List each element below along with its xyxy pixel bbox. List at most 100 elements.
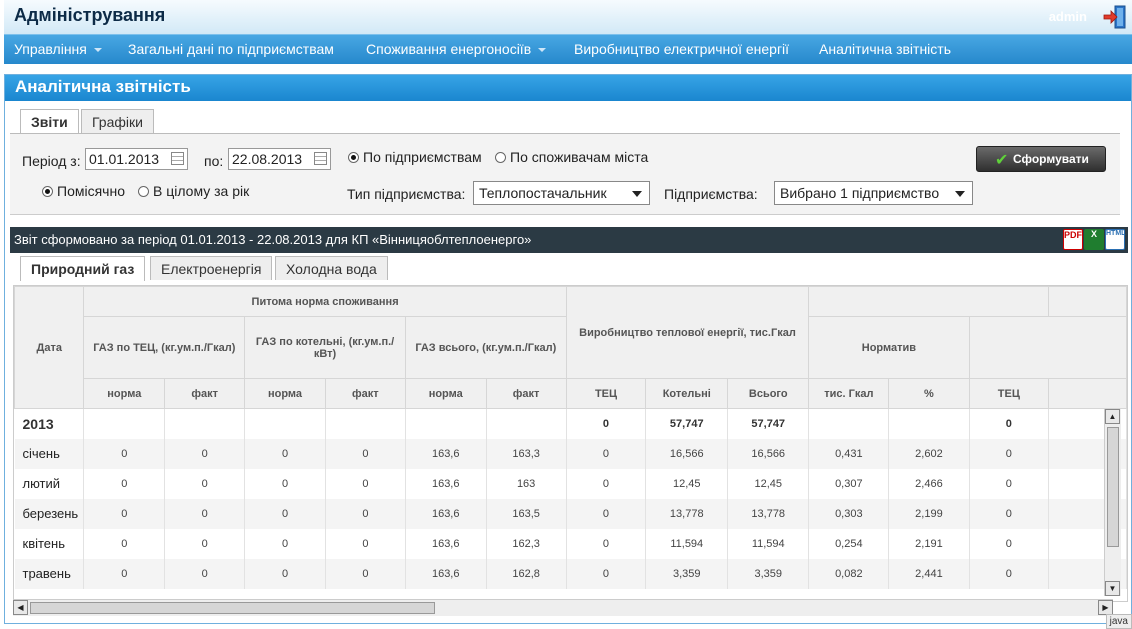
value-cell: 57,747 xyxy=(727,408,810,439)
value-cell: 0 xyxy=(244,498,326,529)
value-cell: 0 xyxy=(325,528,406,559)
value-cell: 0 xyxy=(566,468,647,499)
horizontal-scrollbar[interactable]: ◀ ▶ xyxy=(13,599,1113,616)
header-heat-production: Виробництво теплової енергії, тис.Гкал xyxy=(565,286,810,379)
value-cell: 0 xyxy=(83,498,166,529)
scroll-up-icon[interactable]: ▲ xyxy=(1105,409,1120,424)
radio-monthly[interactable]: Помісячно xyxy=(42,183,125,199)
chevron-down-icon xyxy=(955,191,965,197)
scroll-thumb[interactable] xyxy=(1107,427,1119,547)
value-cell xyxy=(244,408,326,439)
value-cell: 2,602 xyxy=(888,438,970,469)
value-cell: 3,359 xyxy=(727,558,810,589)
subheader-cell: Всього xyxy=(727,378,810,409)
tab-cold-water[interactable]: Холодна вода xyxy=(275,256,388,280)
status-java: java xyxy=(1105,614,1132,629)
user-name[interactable]: admin xyxy=(1049,9,1087,24)
subheader-cell: ТЕЦ xyxy=(968,378,1050,409)
value-cell: 0 xyxy=(325,558,406,589)
value-cell: 0 xyxy=(325,498,406,529)
main-nav: Управління Загальні дані по підприємства… xyxy=(4,34,1132,64)
calendar-icon[interactable] xyxy=(171,152,184,165)
tab-electricity[interactable]: Електроенергія xyxy=(150,256,273,280)
value-cell: 0 xyxy=(969,408,1050,439)
scroll-thumb[interactable] xyxy=(30,602,435,614)
tab-natural-gas[interactable]: Природний газ xyxy=(20,256,146,281)
date-to-field[interactable]: 22.08.2013 xyxy=(228,148,331,170)
app-title: Адміністрування xyxy=(14,5,166,25)
header-specific-norm: Питома норма споживання xyxy=(83,286,567,317)
value-cell xyxy=(808,408,890,439)
value-cell: 163,6 xyxy=(405,528,487,559)
table-row[interactable]: січень 0 0 0 0 163,6 163,3 0 16,566 16,566 0,431 2,… xyxy=(14,438,1127,469)
value-cell: 0,082 xyxy=(808,558,890,589)
date-cell: квітень xyxy=(14,528,85,559)
radio-by-consumers[interactable]: По споживачам міста xyxy=(495,149,648,165)
nav-management[interactable]: Управління xyxy=(14,41,102,57)
table-row[interactable]: квітень 0 0 0 0 163,6 162,3 0 11,594 11,594 0,254 2… xyxy=(14,528,1127,559)
value-cell: 0 xyxy=(83,528,166,559)
date-cell: березень xyxy=(14,498,85,529)
subheader-cell: факт xyxy=(164,378,246,409)
nav-analytics[interactable]: Аналітична звітність xyxy=(819,41,951,57)
scroll-right-icon[interactable]: ▶ xyxy=(1098,600,1113,615)
nav-electricity-production[interactable]: Виробництво електричної енергії xyxy=(574,41,789,57)
value-cell: 57,747 xyxy=(645,408,729,439)
value-cell: 0 xyxy=(164,528,246,559)
to-label: по: xyxy=(204,153,224,169)
radio-by-enterprise[interactable]: По підприємствам xyxy=(348,149,482,165)
table-row[interactable]: травень 0 0 0 0 163,6 162,8 0 3,359 3,359 0,082 2,4… xyxy=(14,558,1127,589)
pdf-export-icon[interactable]: PDF xyxy=(1063,229,1083,250)
value-cell: 11,594 xyxy=(645,528,729,559)
value-cell: 2,199 xyxy=(888,498,970,529)
subheader-cell: % xyxy=(888,378,970,409)
enterprise-select[interactable]: Вибрано 1 підприємство xyxy=(774,181,973,205)
excel-export-icon[interactable]: X xyxy=(1084,229,1104,250)
value-cell: 0 xyxy=(164,438,246,469)
enterprise-type-select[interactable]: Теплопостачальник xyxy=(473,181,650,205)
calendar-icon[interactable] xyxy=(314,152,327,165)
header-normative: Норматив xyxy=(808,316,970,379)
value-cell: 0 xyxy=(164,558,246,589)
value-cell xyxy=(486,408,567,439)
value-cell: 0,303 xyxy=(808,498,890,529)
subheader-cell: факт xyxy=(324,378,406,409)
value-cell: 2,191 xyxy=(888,528,970,559)
table-row[interactable]: березень 0 0 0 0 163,6 163,5 0 13,778 13,778 0,303… xyxy=(14,498,1127,529)
chevron-down-icon xyxy=(93,48,102,53)
header-gas-total: ГАЗ всього, (кг.ум.п./Гкал) xyxy=(404,316,567,379)
nav-general-data[interactable]: Загальні дані по підприємствам xyxy=(128,41,334,57)
value-cell xyxy=(888,408,970,439)
value-cell: 0 xyxy=(969,498,1050,529)
table-row[interactable]: 2013 0 57,747 57,747 0 xyxy=(14,408,1127,439)
date-cell: січень xyxy=(14,438,85,469)
table-row[interactable]: лютий 0 0 0 0 163,6 163 0 12,45 12,45 0,307 2,466 0 xyxy=(14,468,1127,499)
subheader-cell: норма xyxy=(83,378,166,409)
tab-reports[interactable]: Звіти xyxy=(20,109,79,134)
nav-energy-consumption[interactable]: Споживання енергоносіїв xyxy=(366,41,547,57)
value-cell: 163,6 xyxy=(405,468,487,499)
filter-panel: Період з: 01.01.2013 по: 22.08.2013 По п… xyxy=(10,133,1120,215)
value-cell: 16,566 xyxy=(645,438,729,469)
tab-charts[interactable]: Графіки xyxy=(81,109,154,133)
scroll-down-icon[interactable]: ▼ xyxy=(1105,581,1120,596)
analytics-panel: Аналітична звітність Звіти Графіки Періо… xyxy=(4,74,1132,624)
generate-button[interactable]: ✔ Сформувати xyxy=(976,146,1106,172)
header-date: Дата xyxy=(14,286,85,409)
html-export-icon[interactable]: HTML xyxy=(1105,229,1125,250)
scroll-left-icon[interactable]: ◀ xyxy=(13,600,28,615)
value-cell xyxy=(405,408,487,439)
value-cell: 0 xyxy=(969,528,1050,559)
value-cell: 13,778 xyxy=(645,498,729,529)
subheader-cell: норма xyxy=(244,378,326,409)
value-cell: 0 xyxy=(83,438,166,469)
date-from-field[interactable]: 01.01.2013 xyxy=(85,148,188,170)
data-table: Дата Питома норма споживання Виробництво… xyxy=(14,286,1127,589)
vertical-scrollbar[interactable]: ▲ ▼ xyxy=(1104,409,1121,596)
subheader-cell: тис. Гкал xyxy=(808,378,890,409)
radio-yearly[interactable]: В цілому за рік xyxy=(138,183,249,199)
value-cell: 0 xyxy=(566,408,647,439)
logout-icon[interactable] xyxy=(1102,4,1128,30)
report-caption: Звіт сформовано за період 01.01.2013 - 2… xyxy=(14,232,532,247)
app-header: Адміністрування admin Управління Загальн… xyxy=(4,0,1132,64)
